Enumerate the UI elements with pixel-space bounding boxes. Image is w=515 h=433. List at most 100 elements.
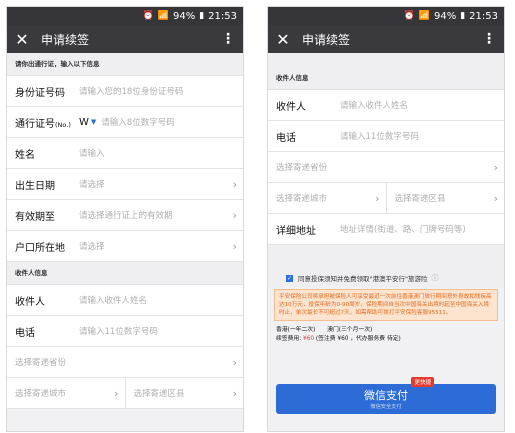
recipient-name-input[interactable]: 请输入收件人姓名 — [340, 99, 498, 111]
chevron-right-icon: › — [232, 177, 237, 191]
battery-icon: ▮ — [460, 11, 466, 21]
city-district-row: 选择寄递城市 › 选择寄递区县 › — [268, 183, 504, 214]
faster-badge: 更快捷 — [411, 377, 434, 387]
battery-level: 94% — [172, 10, 196, 22]
section-recipient-info: 收件人信息 — [268, 67, 504, 90]
expiry-date-label: 有效期至 — [15, 211, 55, 223]
phone-field[interactable]: 电话 请输入11位数字号码 — [268, 121, 504, 152]
recipient-name-field[interactable]: 收件人 请输入收件人姓名 — [7, 285, 243, 316]
status-time: 21:53 — [208, 10, 237, 22]
chevron-right-icon: › — [493, 191, 498, 205]
fee-line: 续签费用: ¥60 (签注费 ¥60 ，代办服务费 待定) — [276, 335, 496, 344]
name-input[interactable]: 请输入 — [79, 147, 237, 159]
birth-date-label: 出生日期 — [15, 180, 55, 192]
chevron-right-icon: › — [232, 386, 237, 400]
name-field[interactable]: 姓名 请输入 — [7, 138, 243, 169]
birth-date-value: 请选择 — [79, 180, 105, 190]
phone-input[interactable]: 请输入11位数字号码 — [340, 130, 498, 142]
visa-mo: 澳门(三个月一次) — [327, 327, 373, 333]
province-select[interactable]: 选择寄递省份 › — [7, 347, 243, 378]
district-select[interactable]: 选择寄递区县 › — [124, 378, 244, 408]
phone-screen-left: ⏰ 📶 94% ▮ 21:53 ✕ 申请续签 ⋮ 请你出通行证，输入以下信息 身… — [6, 6, 244, 432]
more-options-icon[interactable]: ⋮ — [221, 31, 235, 47]
visa-type-line: 香港(一年二次) 澳门(三个月一次) — [276, 326, 496, 335]
phone-screen-right: ⏰ 📶 94% ▮ 21:53 ✕ 申请续签 ⋮ 收件人信息 收件人 请输入收件… — [267, 6, 505, 432]
household-field[interactable]: 户口所在地 请选择 › — [7, 231, 243, 262]
city-placeholder: 选择寄递城市 — [276, 194, 328, 204]
chevron-right-icon: › — [232, 239, 237, 253]
household-value: 请选择 — [79, 242, 105, 252]
recipient-name-label: 收件人 — [276, 101, 306, 113]
province-placeholder: 选择寄递省份 — [15, 358, 67, 368]
title-bar: ✕ 申请续签 ⋮ — [7, 25, 243, 53]
pay-button-label: 微信支付 — [364, 389, 408, 402]
agreement-row[interactable]: ✓ 同意投保须知并免费领取"港澳平安行"旅游险 ⓘ — [268, 269, 504, 287]
fee-total: ¥60 — [303, 336, 315, 342]
address-field[interactable]: 详细地址 地址详情(街道、路、门牌号码等) — [268, 214, 504, 245]
phone-field[interactable]: 电话 请输入11位数字号码 — [7, 316, 243, 347]
id-number-label: 身份证号码 — [15, 87, 65, 99]
id-number-input[interactable]: 请输入您的18位身份证号码 — [79, 85, 237, 97]
chevron-right-icon: › — [232, 355, 237, 369]
recipient-name-field[interactable]: 收件人 请输入收件人姓名 — [268, 90, 504, 121]
fee-summary: 香港(一年二次) 澳门(三个月一次) 续签费用: ¥60 (签注费 ¥60 ，代… — [268, 323, 504, 347]
city-select[interactable]: 选择寄递城市 › — [7, 378, 125, 408]
district-placeholder: 选择寄递区县 — [394, 194, 446, 204]
district-select[interactable]: 选择寄递区县 › — [385, 183, 505, 213]
phone-label: 电话 — [15, 327, 35, 339]
province-select[interactable]: 选择寄递省份 › — [268, 152, 504, 183]
permit-number-label: 通行证号(No.) — [15, 118, 71, 130]
chevron-right-icon: › — [375, 191, 380, 205]
province-placeholder: 选择寄递省份 — [276, 163, 328, 173]
more-options-icon[interactable]: ⋮ — [482, 31, 496, 47]
agreement-checkbox[interactable]: ✓ — [286, 274, 293, 282]
id-number-field[interactable]: 身份证号码 请输入您的18位身份证号码 — [7, 76, 243, 107]
alarm-icon: ⏰ — [403, 11, 415, 21]
pay-button-sublabel: 微信安全支付 — [370, 404, 402, 410]
status-bar: ⏰ 📶 94% ▮ 21:53 — [7, 7, 243, 25]
address-input[interactable]: 地址详情(街道、路、门牌号码等) — [340, 223, 498, 235]
phone-input[interactable]: 请输入11位数字号码 — [79, 325, 237, 337]
section-recipient-info: 收件人信息 — [7, 262, 243, 285]
section-gap — [268, 245, 504, 269]
recipient-name-input[interactable]: 请输入收件人姓名 — [79, 294, 237, 306]
section-permit-info: 请你出通行证，输入以下信息 — [7, 53, 243, 76]
district-placeholder: 选择寄递区县 — [133, 389, 185, 399]
fee-detail: (签注费 ¥60 ，代办服务费 待定) — [315, 336, 401, 342]
status-bar: ⏰ 📶 94% ▮ 21:53 — [268, 7, 504, 25]
battery-icon: ▮ — [199, 11, 205, 21]
wifi-icon: 📶 — [157, 11, 169, 21]
wifi-icon: 📶 — [418, 11, 430, 21]
agreement-text[interactable]: 同意投保须知并免费领取"港澳平安行"旅游险 — [298, 273, 427, 283]
scroll-spacer — [268, 53, 504, 67]
chevron-right-icon: › — [232, 208, 237, 222]
city-select[interactable]: 选择寄递城市 › — [268, 183, 386, 213]
wechat-pay-button[interactable]: 更快捷 微信支付 微信安全支付 — [276, 377, 496, 414]
alarm-icon: ⏰ — [142, 11, 154, 21]
insurance-notice: 平安保险公司将承担被保险人可享受最近一次前往香港澳门旅行期间意外身故和残疾高达1… — [274, 289, 498, 321]
close-icon[interactable]: ✕ — [268, 30, 298, 49]
address-label: 详细地址 — [276, 225, 316, 237]
expiry-date-value: 请选择通行证上的有效期 — [79, 211, 173, 221]
recipient-name-label: 收件人 — [15, 296, 45, 308]
status-time: 21:53 — [469, 10, 498, 22]
info-icon[interactable]: ⓘ — [431, 273, 438, 283]
permit-prefix-select[interactable]: W — [79, 117, 89, 128]
close-icon[interactable]: ✕ — [7, 30, 37, 49]
expiry-date-field[interactable]: 有效期至 请选择通行证上的有效期 › — [7, 200, 243, 231]
phone-label: 电话 — [276, 132, 296, 144]
name-label: 姓名 — [15, 149, 35, 161]
title-bar: ✕ 申请续签 ⋮ — [268, 25, 504, 53]
permit-number-field[interactable]: 通行证号(No.) W ▼ 请输入8位数字号码 — [7, 107, 243, 138]
page-title: 申请续签 — [302, 32, 351, 47]
visa-hk: 香港(一年二次) — [276, 327, 316, 333]
caret-down-icon[interactable]: ▼ — [91, 118, 96, 126]
chevron-right-icon: › — [114, 386, 119, 400]
permit-number-input[interactable]: 请输入8位数字号码 — [101, 116, 237, 128]
page-title: 申请续签 — [41, 32, 90, 47]
battery-level: 94% — [433, 10, 457, 22]
city-district-row: 选择寄递城市 › 选择寄递区县 › — [7, 378, 243, 409]
chevron-right-icon: › — [493, 160, 498, 174]
city-placeholder: 选择寄递城市 — [15, 389, 67, 399]
birth-date-field[interactable]: 出生日期 请选择 › — [7, 169, 243, 200]
